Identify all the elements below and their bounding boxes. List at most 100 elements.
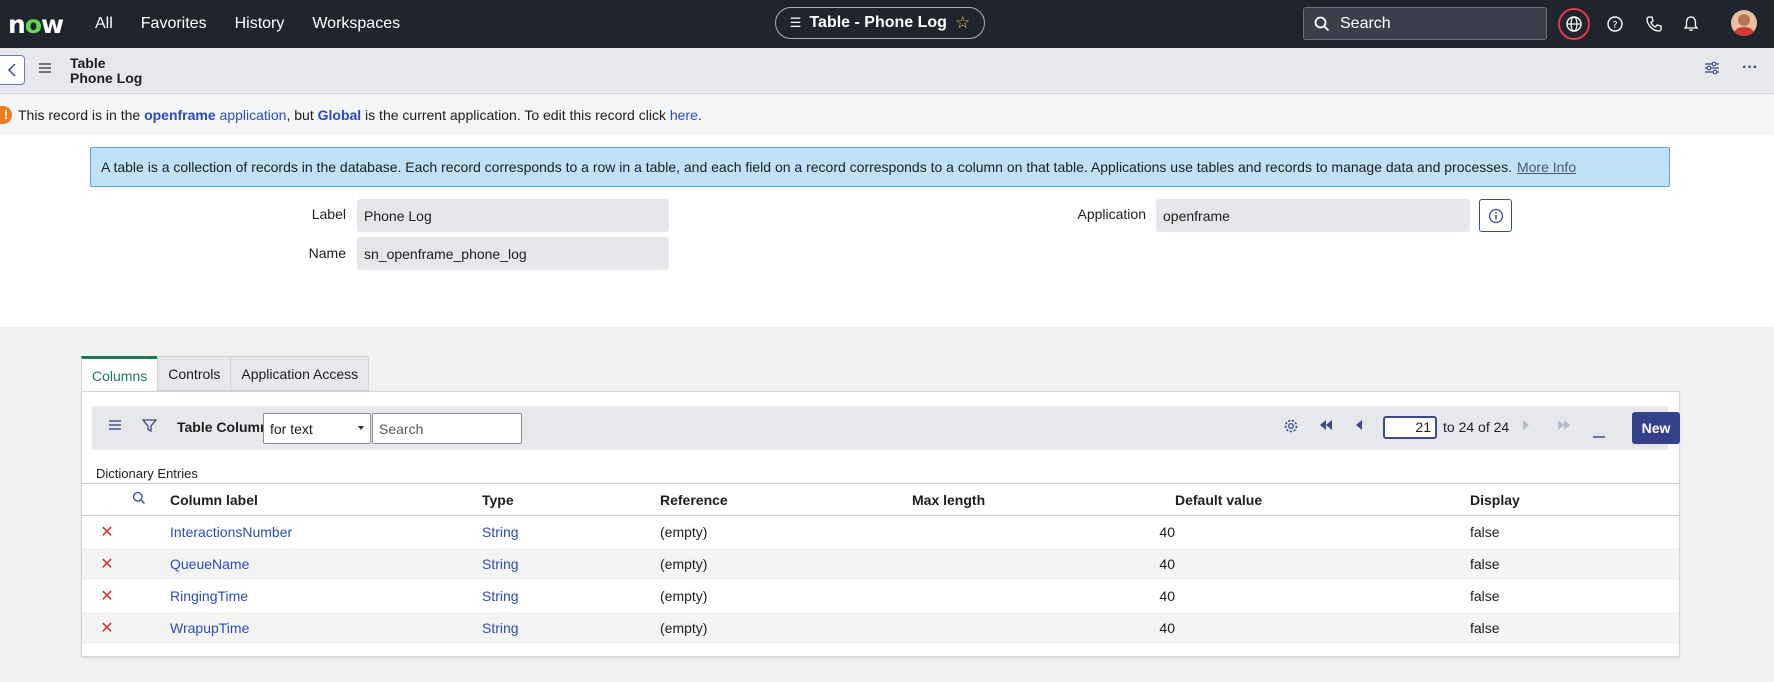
phone-icon[interactable] <box>1639 9 1669 39</box>
column-label-link[interactable]: QueueName <box>170 556 249 572</box>
list-search-input[interactable]: Search <box>372 413 522 444</box>
reference-cell: (empty) <box>660 523 708 540</box>
list-icon: ☰ <box>789 15 802 30</box>
table-row: ✕ QueueName String (empty) 40 false <box>82 547 1679 580</box>
new-button[interactable]: New <box>1632 412 1680 444</box>
default-value-cell <box>1175 516 1470 548</box>
context-title-pill[interactable]: ☰ Table - Phone Log ☆ <box>775 7 985 39</box>
delete-cell[interactable]: ✕ <box>82 580 132 612</box>
header-search[interactable] <box>132 483 170 516</box>
reference-cell: (empty) <box>660 547 912 580</box>
row-spacer <box>132 580 170 612</box>
header-default-value[interactable]: Default value <box>1175 483 1470 516</box>
search-placeholder: Search <box>1340 14 1391 32</box>
warning-app-word[interactable]: application <box>216 107 287 123</box>
more-options-icon[interactable]: ··· <box>1742 59 1758 77</box>
default-value-cell <box>1175 580 1470 612</box>
last-page-icon[interactable] <box>1557 418 1571 435</box>
help-icon[interactable]: ? <box>1600 9 1630 39</box>
related-list-tabs: Columns Controls Application Access <box>81 356 370 392</box>
servicenow-logo[interactable]: now <box>8 10 64 39</box>
header-max-length[interactable]: Max length <box>912 483 1175 516</box>
nav-favorites[interactable]: Favorites <box>141 15 207 33</box>
next-page-icon[interactable] <box>1522 418 1530 435</box>
delete-cell[interactable]: ✕ <box>82 516 132 548</box>
row-spacer <box>132 516 170 548</box>
more-info-link[interactable]: More Info <box>1517 159 1576 175</box>
columns-list-panel: Table Columns for text Search 21 to 24 o… <box>81 391 1680 657</box>
header-column-label[interactable]: Column label <box>170 483 482 516</box>
warning-text-1: This record is in the <box>18 106 145 123</box>
warning-here-link[interactable]: here <box>670 107 698 123</box>
search-field-select[interactable]: for text <box>263 413 371 444</box>
delete-icon[interactable]: ✕ <box>82 554 132 574</box>
delete-icon[interactable]: ✕ <box>82 618 132 638</box>
delete-cell[interactable]: ✕ <box>82 611 132 644</box>
application-field[interactable]: openframe <box>1156 199 1470 232</box>
max-length-cell: 40 <box>912 611 1175 644</box>
label-field-label: Label <box>311 206 346 222</box>
label-field[interactable]: Phone Log <box>357 199 669 232</box>
bell-icon[interactable] <box>1676 9 1706 39</box>
dictionary-entries-label: Dictionary Entries <box>96 466 198 481</box>
page-number-input[interactable]: 21 <box>1383 416 1437 439</box>
search-icon[interactable] <box>132 491 146 505</box>
table-header-row: Column label Type Reference Max length D… <box>82 483 1679 516</box>
personalize-form-icon[interactable] <box>1704 61 1720 80</box>
application-info-button[interactable] <box>1479 199 1512 232</box>
type-link[interactable]: String <box>482 620 519 636</box>
filter-icon[interactable] <box>141 418 158 437</box>
warning-current-app[interactable]: Global <box>318 107 362 123</box>
search-icon <box>1314 16 1330 31</box>
user-avatar[interactable] <box>1731 10 1757 36</box>
type-link[interactable]: String <box>482 588 519 604</box>
default-value-cell <box>1175 547 1470 580</box>
nav-history[interactable]: History <box>235 15 285 33</box>
form-title-type: Table <box>70 55 106 71</box>
list-settings-icon[interactable] <box>1283 418 1299 438</box>
previous-page-icon[interactable] <box>1355 418 1363 435</box>
max-length-cell: 40 <box>1159 523 1175 540</box>
list-toolbar: Table Columns for text Search 21 to 24 o… <box>92 406 1680 450</box>
max-length-cell: 40 <box>1159 587 1175 604</box>
list-menu-icon[interactable] <box>108 418 122 435</box>
column-label-link[interactable]: WrapupTime <box>170 620 249 636</box>
type-link[interactable]: String <box>482 524 519 540</box>
first-page-icon[interactable] <box>1319 418 1333 435</box>
nav-workspaces[interactable]: Workspaces <box>312 15 400 33</box>
chevron-left-icon <box>7 63 16 77</box>
header-display[interactable]: Display <box>1470 483 1679 516</box>
type-link[interactable]: String <box>482 556 519 572</box>
search-field-select-value: for text <box>270 420 313 437</box>
form-menu-icon[interactable] <box>38 61 52 79</box>
tab-columns[interactable]: Columns <box>81 356 159 392</box>
reference-cell: (empty) <box>660 611 912 644</box>
global-search[interactable]: Search <box>1303 7 1547 40</box>
delete-icon[interactable]: ✕ <box>82 586 132 606</box>
svg-text:?: ? <box>1612 20 1617 31</box>
back-button[interactable] <box>0 55 25 85</box>
tab-application-access[interactable]: Application Access <box>230 356 370 391</box>
star-icon[interactable]: ☆ <box>955 13 970 33</box>
column-label-link[interactable]: InteractionsNumber <box>170 524 292 540</box>
warning-text-2: , but <box>286 106 318 123</box>
collapse-list-icon[interactable] <box>1592 426 1606 443</box>
warning-text-4: . <box>697 106 702 123</box>
column-label-link[interactable]: RingingTime <box>170 588 248 604</box>
nav-links: All Favorites History Workspaces <box>95 0 428 48</box>
warning-text-3: is the current application. To edit this… <box>361 106 670 123</box>
name-field[interactable]: sn_openframe_phone_log <box>357 237 669 270</box>
page-range-text: to 24 of 24 <box>1443 419 1510 435</box>
globe-icon[interactable] <box>1558 8 1590 40</box>
header-reference[interactable]: Reference <box>660 483 912 516</box>
name-field-label: Name <box>308 245 346 261</box>
tab-controls[interactable]: Controls <box>157 356 232 391</box>
warning-app-name-link[interactable]: openframe <box>144 107 216 123</box>
application-scope-warning: ! This record is in the openframe applic… <box>0 94 1774 135</box>
header-type[interactable]: Type <box>482 483 660 516</box>
nav-all[interactable]: All <box>95 15 113 33</box>
delete-icon[interactable]: ✕ <box>82 522 132 542</box>
top-navigation: now All Favorites History Workspaces ☰ T… <box>0 0 1774 48</box>
display-cell: false <box>1470 523 1500 540</box>
delete-cell[interactable]: ✕ <box>82 547 132 580</box>
